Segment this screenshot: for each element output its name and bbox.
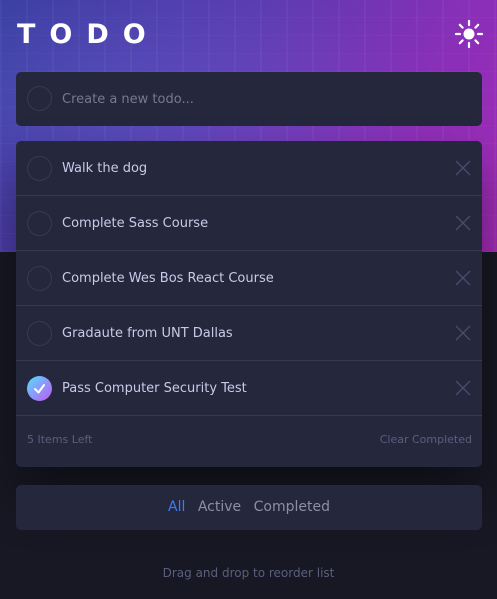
theme-toggle-button[interactable] [454,19,484,49]
close-icon[interactable] [455,380,471,396]
sun-icon [454,19,484,49]
todo-item: Complete Wes Bos React Course [16,251,482,306]
clear-completed-button[interactable]: Clear Completed [380,433,472,446]
close-icon[interactable] [455,160,471,176]
new-todo-circle [27,86,52,111]
new-todo-bar [16,72,482,126]
todo-item: Complete Sass Course [16,196,482,251]
close-icon[interactable] [455,270,471,286]
todo-checkbox[interactable] [27,266,52,291]
todo-item-completed: Pass Computer Security Test [16,361,482,416]
filter-tabs: All Active Completed [16,498,482,516]
filter-bar: All Active Completed [16,485,482,530]
todo-text[interactable]: Complete Wes Bos React Course [62,270,274,287]
todo-text[interactable]: Complete Sass Course [62,215,208,232]
todo-text[interactable]: Walk the dog [62,160,147,177]
new-todo-input[interactable] [62,86,462,112]
todo-text[interactable]: Pass Computer Security Test [62,380,247,397]
items-left-count: 5 Items Left [27,433,93,446]
todo-checkbox[interactable] [27,156,52,181]
filter-active[interactable]: Active [198,499,241,515]
close-icon[interactable] [455,325,471,341]
todo-item: Gradaute from UNT Dallas [16,306,482,361]
close-icon[interactable] [455,215,471,231]
filter-completed[interactable]: Completed [254,499,330,515]
todo-checkbox-checked[interactable] [27,376,52,401]
todo-checkbox[interactable] [27,211,52,236]
todo-item: Walk the dog [16,141,482,196]
app-title: TODO [17,19,160,50]
todo-checkbox[interactable] [27,321,52,346]
todo-list: Walk the dog Complete Sass Course Comple… [16,141,482,467]
check-icon [34,384,45,394]
filter-all[interactable]: All [168,499,185,515]
reorder-hint: Drag and drop to reorder list [162,566,335,580]
todo-text[interactable]: Gradaute from UNT Dallas [62,325,233,342]
